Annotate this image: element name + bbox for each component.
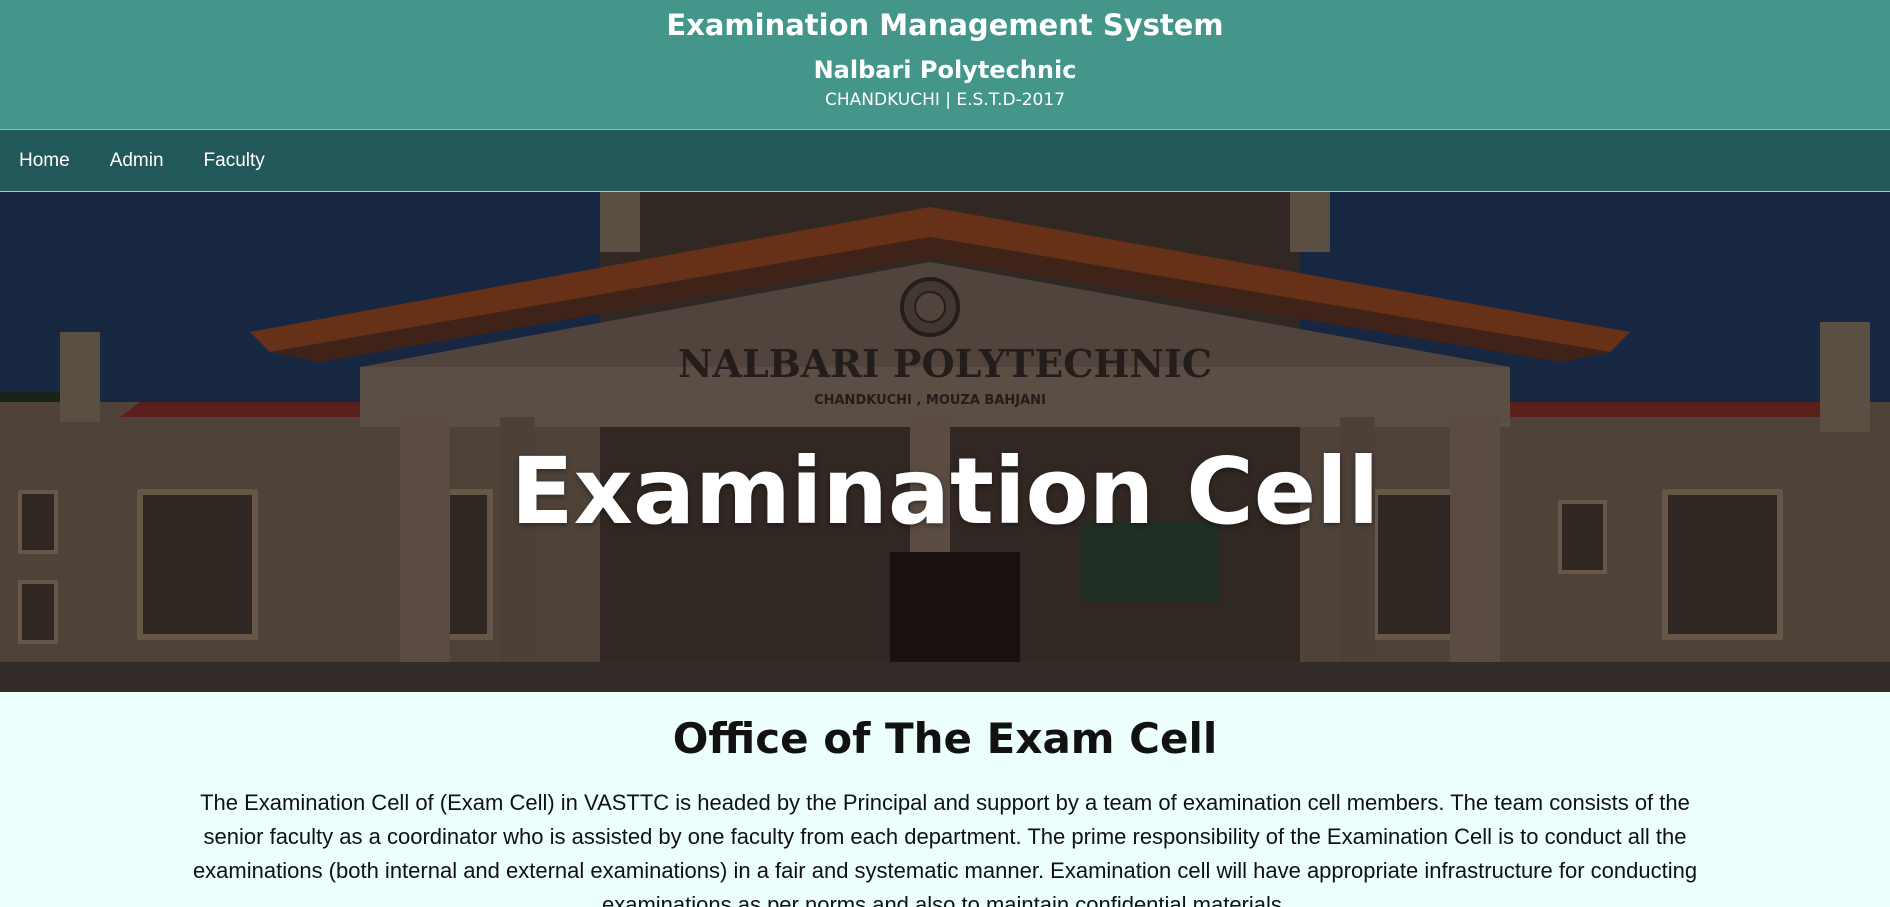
institution-name: Nalbari Polytechnic xyxy=(813,56,1077,84)
hero-banner: NALBARI POLYTECHNIC CHANDKUCHI , MOUZA B… xyxy=(0,192,1890,692)
nav-home[interactable]: Home xyxy=(19,150,70,172)
system-title: Examination Management System xyxy=(666,8,1224,42)
section-heading: Office of The Exam Cell xyxy=(672,714,1218,763)
institution-subtitle: CHANDKUCHI | E.S.T.D-2017 xyxy=(824,90,1066,110)
nav-faculty[interactable]: Faculty xyxy=(204,150,265,172)
hero-title: Examination Cell xyxy=(510,438,1380,545)
nav-admin[interactable]: Admin xyxy=(110,150,164,172)
site-header: Examination Management System Nalbari Po… xyxy=(0,0,1890,130)
main-navigation: Home Admin Faculty xyxy=(0,130,1890,192)
section-paragraph: The Examination Cell of (Exam Cell) in V… xyxy=(192,790,1698,907)
main-content: Office of The Exam Cell The Examination … xyxy=(0,714,1890,907)
